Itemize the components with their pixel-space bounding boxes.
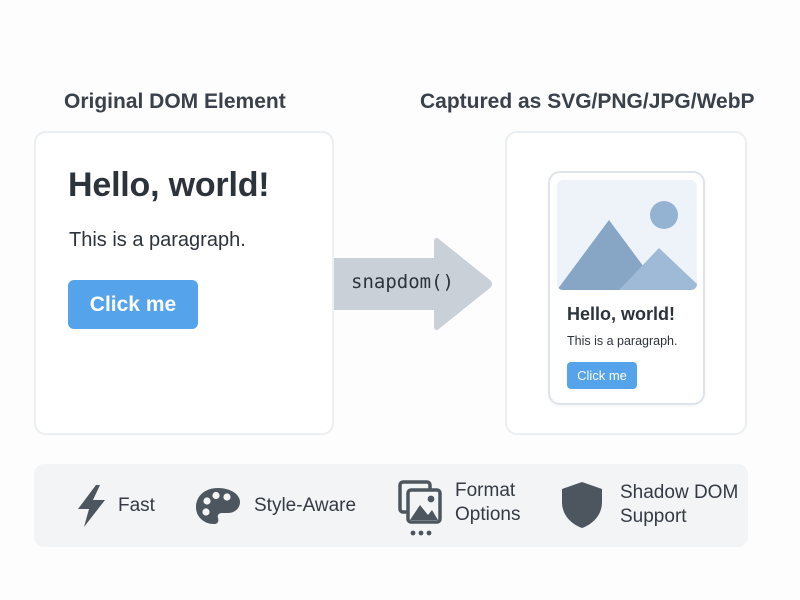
- feature-format-options: Format Options: [398, 480, 520, 538]
- feature-fast: Fast: [74, 484, 155, 528]
- images-icon: [398, 480, 442, 536]
- lightning-icon: [78, 485, 105, 527]
- original-heading: Hello, world!: [68, 166, 270, 204]
- feature-shadow-line1: Shadow DOM: [620, 482, 739, 503]
- feature-shadow-dom: Shadow DOM Support: [560, 480, 738, 530]
- feature-style-aware: Style-Aware: [194, 486, 356, 526]
- diagram: Original DOM Element Hello, world! This …: [0, 0, 800, 600]
- shield-icon: [562, 482, 602, 528]
- mountain-sun-icon: [557, 180, 697, 290]
- original-paragraph: This is a paragraph.: [69, 229, 246, 251]
- preview-paragraph: This is a paragraph.: [567, 334, 678, 348]
- snapdom-label: snapdom(): [351, 271, 454, 293]
- feature-fast-label: Fast: [118, 495, 155, 516]
- feature-shadow-line2: Support: [620, 506, 687, 527]
- palette-icon: [196, 488, 240, 524]
- feature-style-aware-label: Style-Aware: [254, 495, 357, 516]
- captured-title: Captured as SVG/PNG/JPG/WebP: [420, 90, 755, 113]
- original-dom-title: Original DOM Element: [64, 90, 286, 113]
- original-click-button[interactable]: Click me: [68, 280, 198, 329]
- feature-format-line1: Format: [455, 480, 516, 501]
- feature-format-line2: Options: [455, 504, 521, 525]
- preview-heading: Hello, world!: [567, 304, 675, 324]
- captured-preview: Hello, world! This is a paragraph. Click…: [548, 171, 705, 405]
- features-bar: Fast Style-Aware Format Options Shadow D…: [34, 464, 748, 547]
- preview-click-button[interactable]: Click me: [567, 362, 637, 389]
